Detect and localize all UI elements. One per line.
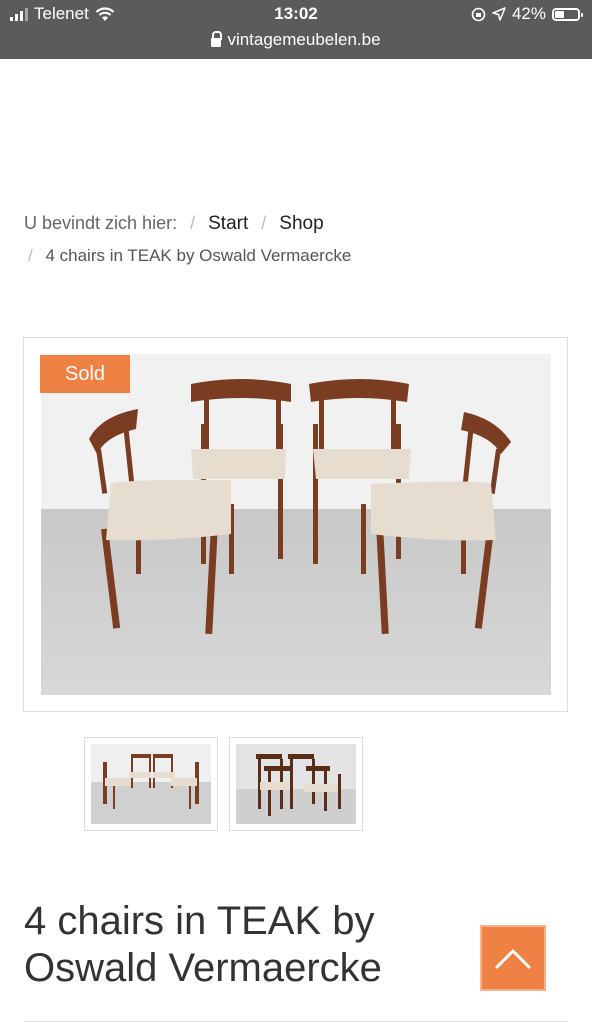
breadcrumb: U bevindt zich hier: / Start / Shop / 4 … [24,207,351,272]
battery-percent: 42% [511,4,546,23]
lock-icon [211,30,223,47]
divider [24,1021,568,1022]
location-icon [492,7,506,21]
product-main-image[interactable] [41,354,551,695]
breadcrumb-shop-link[interactable]: Shop [279,213,323,234]
product-image-frame[interactable] [23,337,568,712]
battery-icon [552,7,583,21]
breadcrumb-prefix: U bevindt zich hier: [24,213,178,233]
thumbnail-image [236,744,356,824]
status-indicators: 42% [471,4,583,24]
status-bar: Telenet 13:02 42% vintagemeubelen.be [0,0,592,59]
chevron-up-icon [495,949,531,969]
thumbnail-1[interactable] [84,737,218,831]
breadcrumb-separator: / [28,246,33,265]
address-bar[interactable]: vintagemeubelen.be [0,30,592,50]
rotation-lock-icon [471,7,486,21]
breadcrumb-start-link[interactable]: Start [208,213,248,234]
sold-badge: Sold [40,355,130,393]
product-title: 4 chairs in TEAK by Oswald Vermaercke [24,899,382,990]
breadcrumb-current: 4 chairs in TEAK by Oswald Vermaercke [45,246,352,265]
thumbnail-image [91,744,211,824]
back-to-top-button[interactable] [480,925,546,991]
url-text: vintagemeubelen.be [227,30,381,49]
breadcrumb-separator: / [261,213,267,233]
breadcrumb-separator: / [190,213,196,233]
thumbnail-2[interactable] [229,737,363,831]
